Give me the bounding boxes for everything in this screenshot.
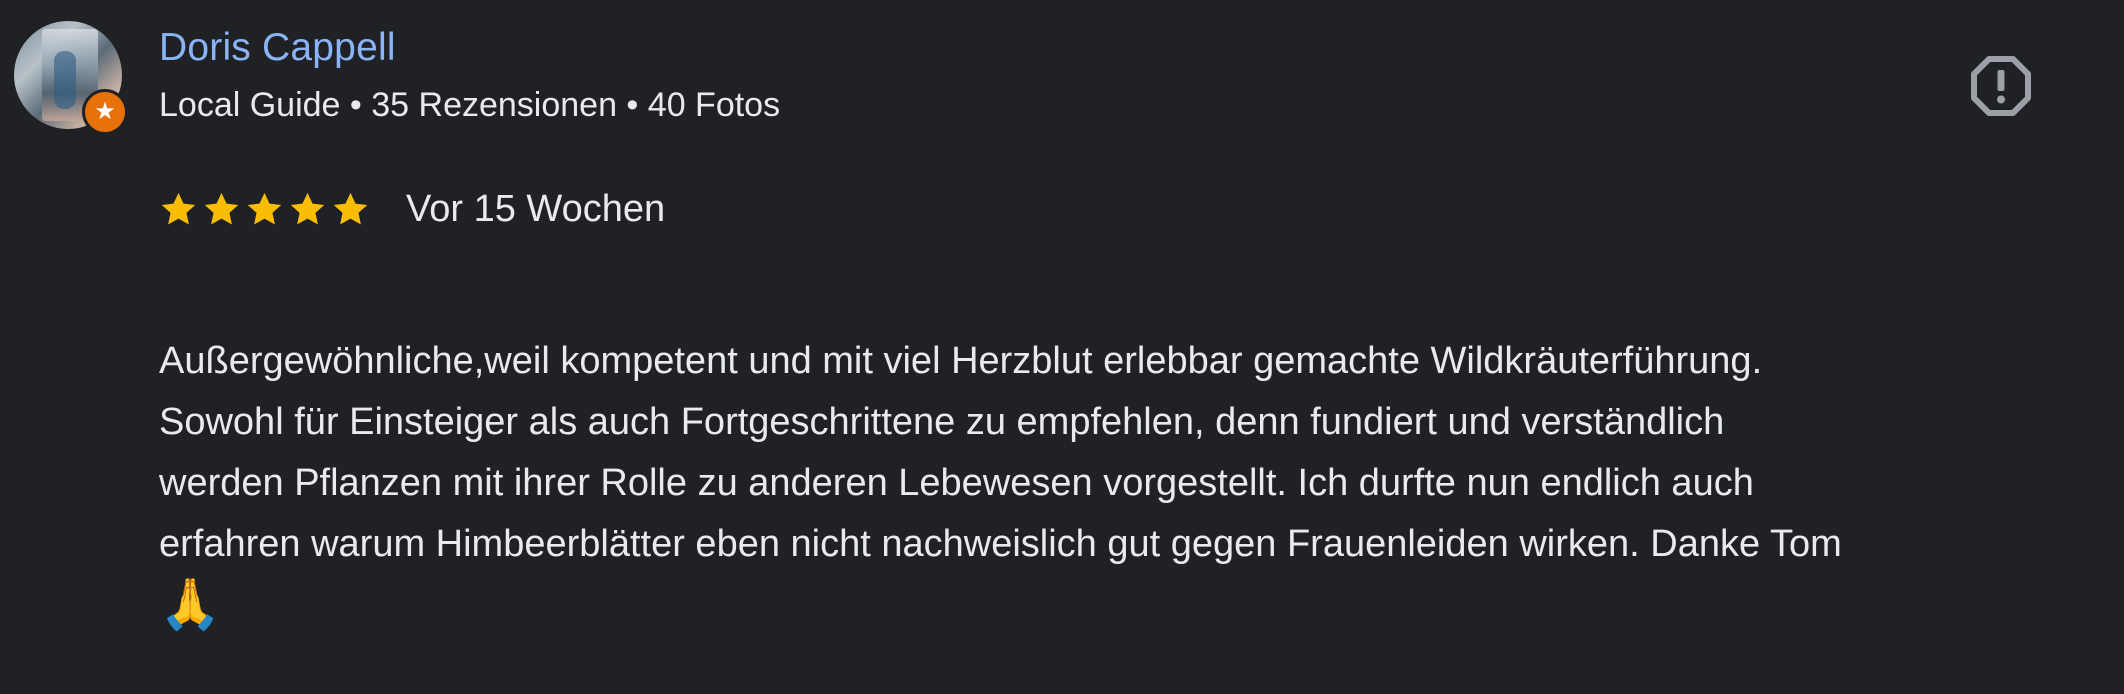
reviewer-meta: Local Guide • 35 Rezensionen • 40 Fotos <box>159 86 781 124</box>
reviewer-name[interactable]: Doris Cappell <box>159 26 396 70</box>
review-body: Außergewöhnliche,weil kompetent und mit … <box>159 340 1842 565</box>
praying-hands-emoji: 🙏 <box>159 576 222 632</box>
report-icon[interactable] <box>1970 55 2032 117</box>
star-icon <box>247 192 282 224</box>
star-icon <box>333 192 368 224</box>
review-text: Außergewöhnliche,weil kompetent und mit … <box>159 270 2104 694</box>
star-icon <box>204 192 239 224</box>
local-guide-star-icon: ★ <box>82 89 128 135</box>
review-date: Vor 15 Wochen <box>406 187 666 230</box>
rating-row: Vor 15 Wochen <box>159 186 665 232</box>
reviewer-avatar-container[interactable]: ★ <box>14 21 128 135</box>
star-rating <box>159 190 370 229</box>
star-icon <box>290 192 325 224</box>
star-icon <box>161 192 196 224</box>
